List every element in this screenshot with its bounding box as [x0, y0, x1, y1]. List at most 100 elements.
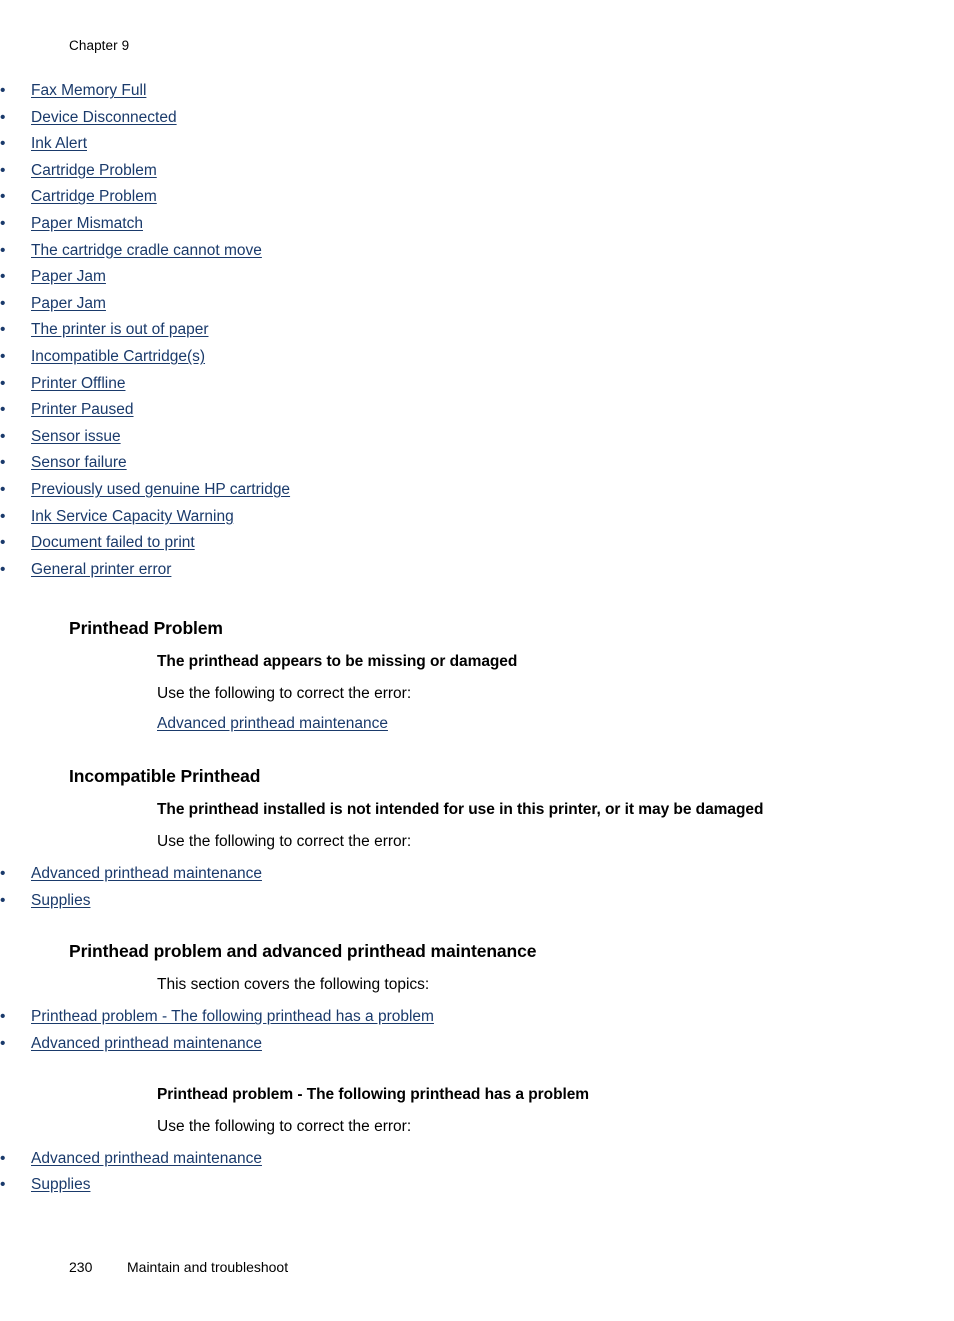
list-item: • Incompatible Cartridge(s) — [0, 344, 954, 371]
topic-link-cartridge-problem-2[interactable]: Cartridge Problem — [31, 188, 157, 205]
bullet-icon: • — [0, 108, 6, 126]
list-item: • Document failed to print — [0, 530, 954, 557]
topic-link-general-printer-error[interactable]: General printer error — [31, 561, 171, 578]
bullet-icon: • — [0, 1008, 6, 1026]
bullet-icon: • — [0, 241, 6, 259]
page-content: • Fax Memory Full • Device Disconnected … — [0, 78, 954, 1199]
section-heading-incompatible-printhead: Incompatible Printhead — [69, 766, 261, 787]
bullet-icon: • — [0, 891, 6, 909]
topic-link-ink-alert[interactable]: Ink Alert — [31, 135, 87, 152]
list-item: • Paper Jam — [0, 264, 954, 291]
topic-link-previously-used-genuine-hp-cartridge[interactable]: Previously used genuine HP cartridge — [31, 481, 290, 498]
link-list-printhead-problem-subsection: • Advanced printhead maintenance • Suppl… — [0, 1146, 954, 1199]
bullet-icon: • — [0, 321, 6, 339]
list-item: • Sensor issue — [0, 424, 954, 451]
bullet-icon: • — [0, 401, 6, 419]
topic-link-sensor-failure[interactable]: Sensor failure — [31, 454, 127, 471]
bullet-icon: • — [0, 507, 6, 525]
list-item: • General printer error — [0, 557, 954, 584]
bullet-icon: • — [0, 214, 6, 232]
list-item: • Paper Mismatch — [0, 211, 954, 238]
list-item: • Supplies — [0, 1172, 954, 1199]
bullet-icon: • — [0, 454, 6, 472]
topic-link-document-failed-to-print[interactable]: Document failed to print — [31, 534, 195, 551]
topic-link-fax-memory-full[interactable]: Fax Memory Full — [31, 82, 146, 99]
list-item: • The printer is out of paper — [0, 317, 954, 344]
topic-link-printer-out-of-paper[interactable]: The printer is out of paper — [31, 321, 209, 338]
sub-heading-printhead-problem-following-printhead: Printhead problem - The following printh… — [157, 1085, 590, 1103]
body-text-use-following-3: Use the following to correct the error: — [157, 1117, 412, 1135]
footer-section-title: Maintain and troubleshoot — [127, 1259, 289, 1275]
bullet-icon: • — [0, 347, 6, 365]
bullet-icon: • — [0, 480, 6, 498]
body-text-use-following-1: Use the following to correct the error: — [157, 685, 412, 703]
topic-link-paper-mismatch[interactable]: Paper Mismatch — [31, 215, 143, 232]
topic-link-ink-service-capacity-warning[interactable]: Ink Service Capacity Warning — [31, 508, 234, 525]
bullet-icon: • — [0, 268, 6, 286]
list-item: • Printer Offline — [0, 371, 954, 398]
bullet-icon: • — [0, 188, 6, 206]
list-item: • Sensor failure — [0, 450, 954, 477]
list-item: • Cartridge Problem — [0, 184, 954, 211]
section-heading-printhead-problem: Printhead Problem — [69, 618, 223, 639]
body-text-use-following-2: Use the following to correct the error: — [157, 833, 412, 851]
sub-heading-printhead-not-intended-for-printer: The printhead installed is not intended … — [157, 801, 764, 819]
bullet-icon: • — [0, 865, 6, 883]
topic-link-sensor-issue[interactable]: Sensor issue — [31, 428, 121, 445]
list-item: • Fax Memory Full — [0, 78, 954, 105]
list-item: • Device Disconnected — [0, 105, 954, 132]
bullet-icon: • — [0, 1035, 6, 1053]
link-list-incompatible-printhead: • Advanced printhead maintenance • Suppl… — [0, 861, 954, 914]
topic-link-cartridge-problem-1[interactable]: Cartridge Problem — [31, 162, 157, 179]
section-heading-printhead-problem-and-advanced-maintenance: Printhead problem and advanced printhead… — [69, 941, 537, 962]
bullet-icon: • — [0, 534, 6, 552]
list-item: • Cartridge Problem — [0, 158, 954, 185]
list-item: • Ink Service Capacity Warning — [0, 504, 954, 531]
list-item: • Printer Paused — [0, 397, 954, 424]
topic-link-printer-paused[interactable]: Printer Paused — [31, 401, 134, 418]
bullet-icon: • — [0, 135, 6, 153]
list-item: • Previously used genuine HP cartridge — [0, 477, 954, 504]
link-list-section-topics: • Printhead problem - The following prin… — [0, 1004, 954, 1057]
link-supplies-1[interactable]: Supplies — [31, 892, 90, 909]
topic-link-paper-jam-2[interactable]: Paper Jam — [31, 295, 106, 312]
topic-link-device-disconnected[interactable]: Device Disconnected — [31, 109, 177, 126]
body-text-section-covers-topics: This section covers the following topics… — [157, 976, 430, 994]
bullet-icon: • — [0, 161, 6, 179]
link-advanced-printhead-maintenance-4[interactable]: Advanced printhead maintenance — [31, 1150, 262, 1167]
topic-link-incompatible-cartridges[interactable]: Incompatible Cartridge(s) — [31, 348, 205, 365]
bullet-icon: • — [0, 82, 6, 99]
document-page: Chapter 9 • Fax Memory Full • Device Dis… — [0, 0, 954, 1321]
bullet-icon: • — [0, 374, 6, 392]
link-advanced-printhead-maintenance-1[interactable]: Advanced printhead maintenance — [157, 715, 388, 732]
bullet-icon: • — [0, 1176, 6, 1194]
list-item: • Ink Alert — [0, 131, 954, 158]
topic-link-paper-jam-1[interactable]: Paper Jam — [31, 268, 106, 285]
link-line-advanced-printhead-maintenance: Advanced printhead maintenance — [157, 713, 954, 735]
list-item: • Supplies — [0, 888, 954, 915]
list-item: • Advanced printhead maintenance — [0, 1146, 954, 1173]
link-printhead-problem-following-printhead[interactable]: Printhead problem - The following printh… — [31, 1008, 434, 1025]
list-item: • Advanced printhead maintenance — [0, 861, 954, 888]
topic-link-printer-offline[interactable]: Printer Offline — [31, 375, 125, 392]
topic-link-cartridge-cradle-cannot-move[interactable]: The cartridge cradle cannot move — [31, 242, 262, 259]
page-footer: 230 Maintain and troubleshoot — [69, 1258, 288, 1276]
link-advanced-printhead-maintenance-3[interactable]: Advanced printhead maintenance — [31, 1035, 262, 1052]
link-advanced-printhead-maintenance-2[interactable]: Advanced printhead maintenance — [31, 865, 262, 882]
bullet-icon: • — [0, 1149, 6, 1167]
link-supplies-2[interactable]: Supplies — [31, 1176, 90, 1193]
running-header-chapter: Chapter 9 — [69, 38, 130, 53]
